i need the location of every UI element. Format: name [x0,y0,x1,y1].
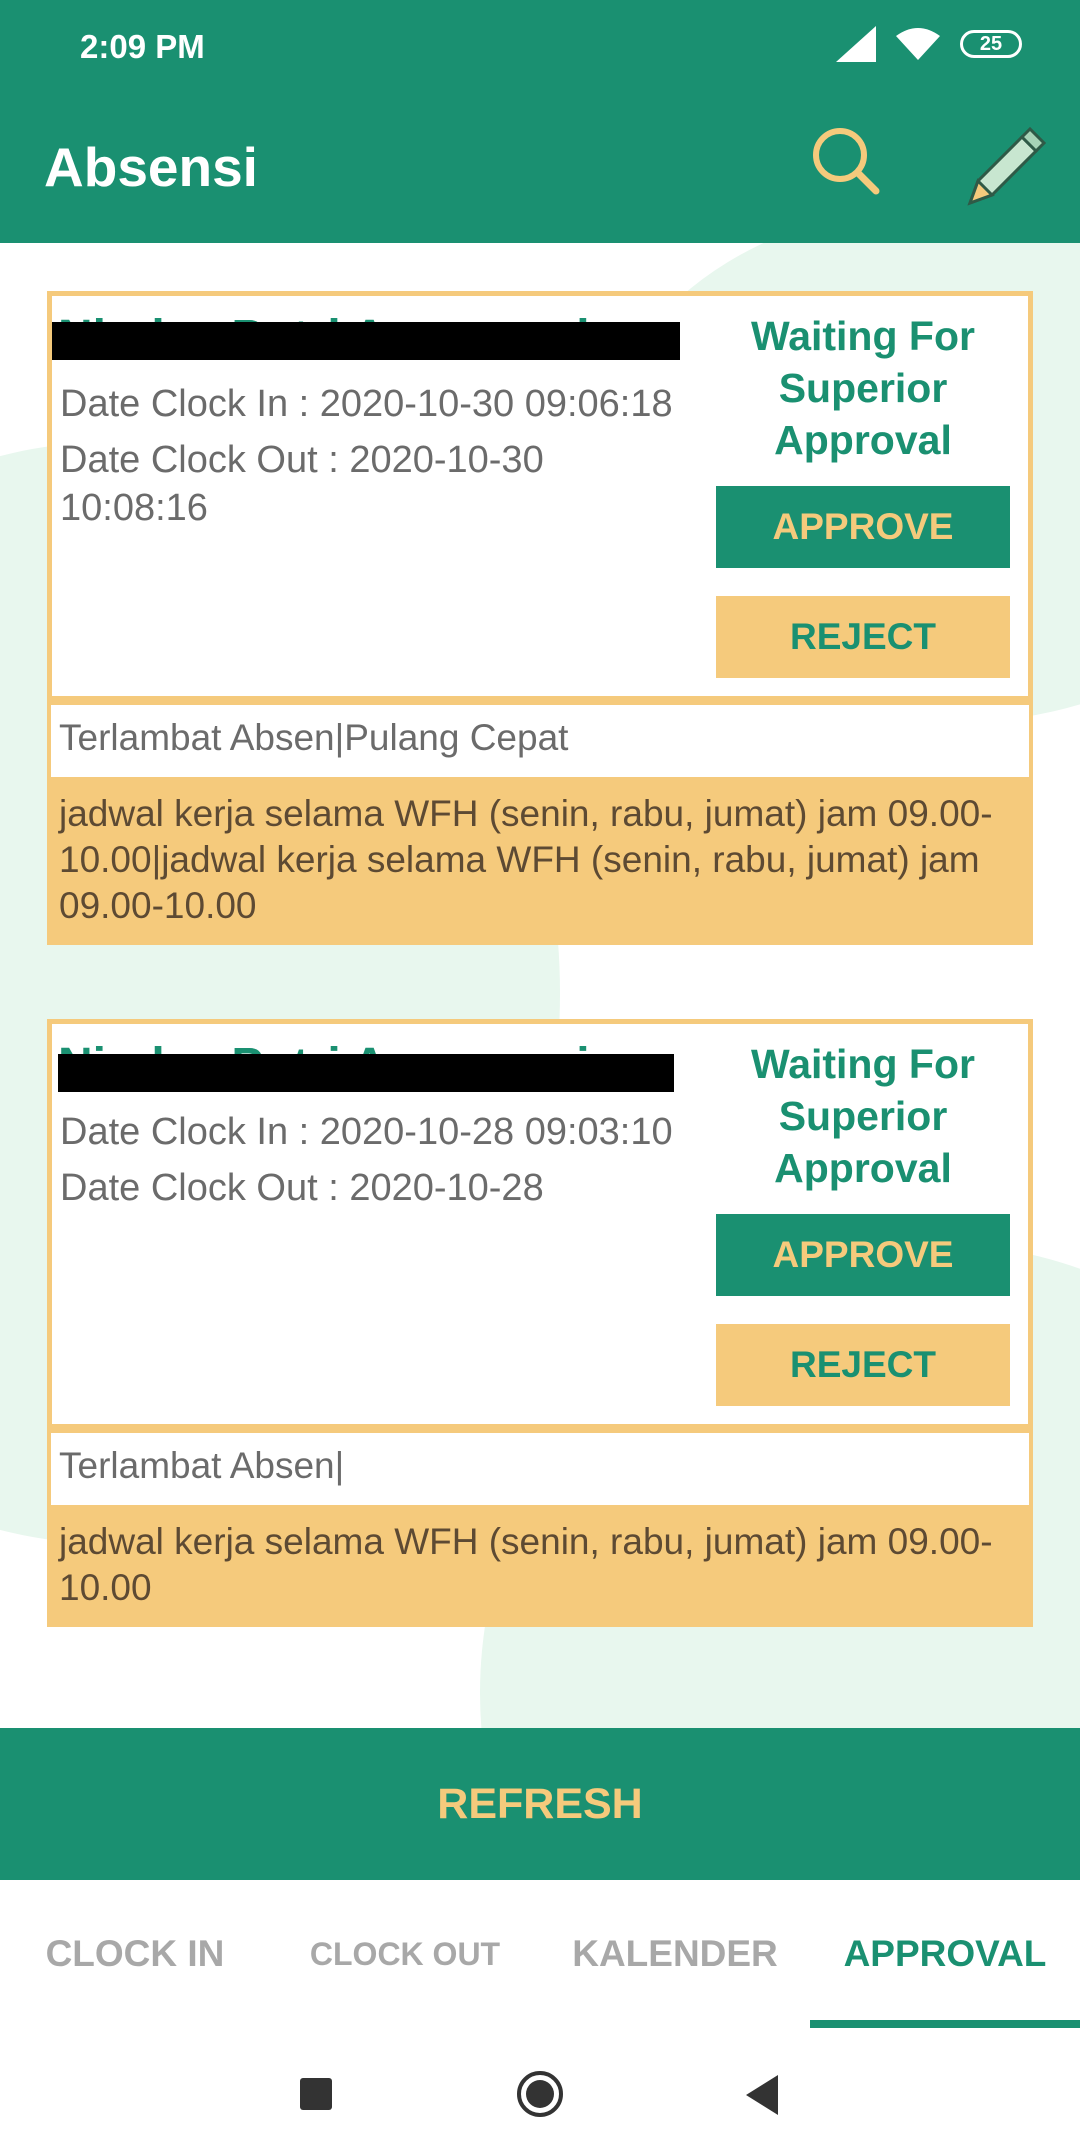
reason-type: Terlambat Absen|Pulang Cepat [51,701,1029,777]
app-bar: 2:09 PM 25 Absensi [0,0,1080,243]
redaction-bar [52,322,680,360]
back-icon[interactable] [742,2073,782,2117]
clock-out-text: Date Clock Out : 2020-10-30 10:08:16 [60,439,544,529]
tab-clock-out[interactable]: CLOCK OUT [270,1880,540,2028]
tab-clock-in[interactable]: CLOCK IN [0,1880,270,2028]
refresh-button[interactable]: REFRESH [0,1728,1080,1880]
reason-detail: jadwal kerja selama WFH (senin, rabu, ju… [51,1505,1029,1623]
status-time: 2:09 PM [80,28,205,65]
reject-button[interactable]: REJECT [716,1324,1010,1406]
search-icon[interactable] [810,125,882,197]
page-title: Absensi [44,136,258,198]
reason-type: Terlambat Absen| [51,1429,1029,1505]
approval-status: Waiting For Superior Approval [751,313,975,463]
approval-card: Nindya Putri Anggraeni Date Clock In : 2… [47,291,1033,945]
tab-approval[interactable]: APPROVAL [810,1880,1080,2028]
card-header: Nindya Putri Anggraeni Date Clock In : 2… [47,291,1033,701]
wifi-icon [896,28,940,60]
reason-section: Terlambat Absen|Pulang Cepat jadwal kerj… [47,701,1033,945]
clock-in-text: Date Clock In : 2020-10-30 09:06:18 [60,383,673,425]
reason-detail: jadwal kerja selama WFH (senin, rabu, ju… [51,777,1029,941]
clock-in-text: Date Clock In : 2020-10-28 09:03:10 [60,1111,673,1153]
approval-card: Nindya Putri Anggraeni Date Clock In : 2… [47,1019,1033,1627]
approve-button[interactable]: APPROVE [716,1214,1010,1296]
recent-apps-icon[interactable] [300,2078,332,2110]
tab-kalender[interactable]: KALENDER [540,1880,810,2028]
status-icons: 25 [836,26,1022,62]
pencil-icon[interactable] [960,125,1046,211]
approve-button[interactable]: APPROVE [716,486,1010,568]
reject-button[interactable]: REJECT [716,596,1010,678]
bottom-tab-bar: CLOCK IN CLOCK OUT KALENDER APPROVAL [0,1880,1080,2029]
approval-list[interactable]: Nindya Putri Anggraeni Date Clock In : 2… [0,243,1080,1728]
signal-icon [836,26,876,62]
card-header: Nindya Putri Anggraeni Date Clock In : 2… [47,1019,1033,1429]
redaction-bar [58,1054,674,1092]
reason-section: Terlambat Absen| jadwal kerja selama WFH… [47,1429,1033,1627]
battery-icon: 25 [960,30,1022,58]
home-icon[interactable] [515,2069,565,2119]
battery-level: 25 [979,32,1003,55]
active-tab-indicator [810,2020,1080,2028]
clock-out-text: Date Clock Out : 2020-10-28 [60,1167,544,1209]
approval-status: Waiting For Superior Approval [751,1041,975,1191]
